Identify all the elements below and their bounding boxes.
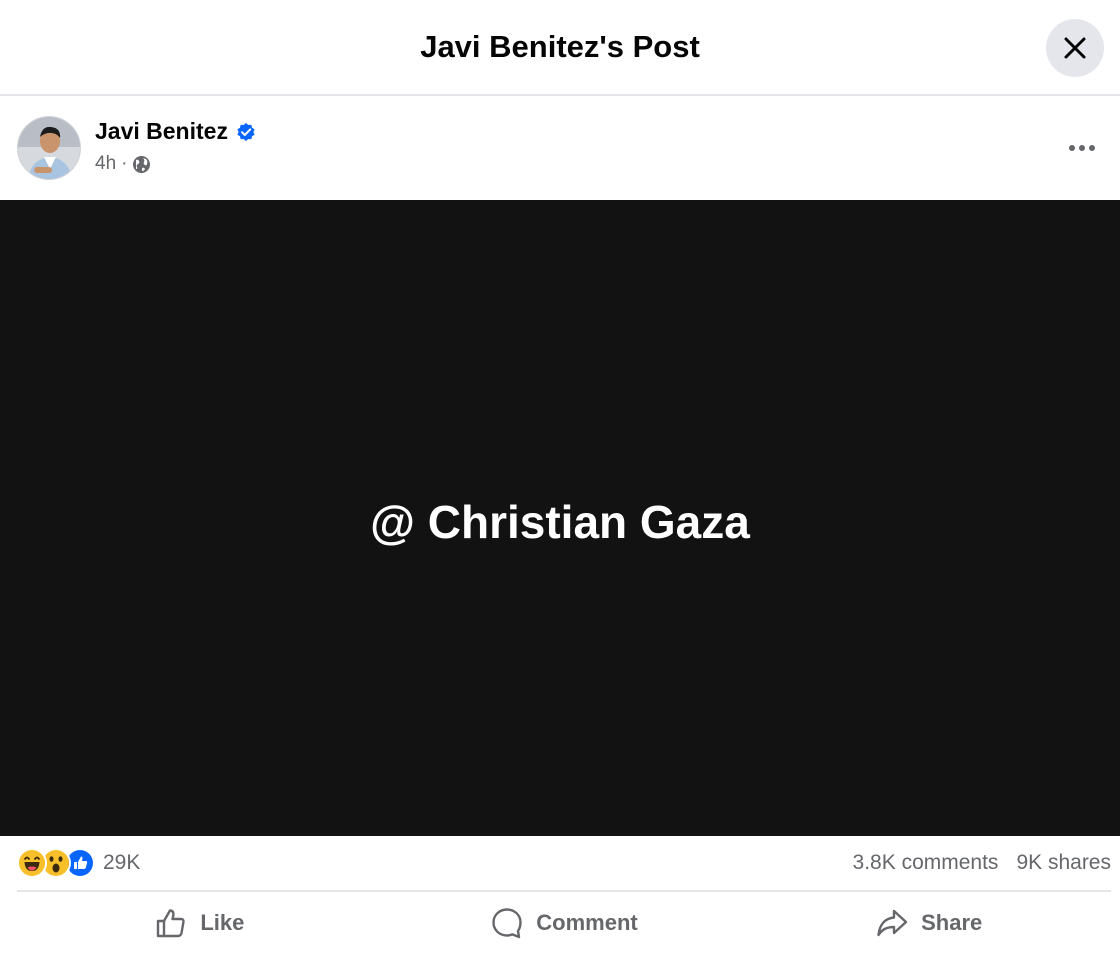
close-icon [1064, 37, 1086, 59]
author-row: Javi Benitez [95, 118, 256, 145]
post-meta: 4h · [95, 153, 151, 175]
share-label: Share [921, 910, 983, 935]
meta-separator: · [121, 153, 128, 174]
comment-button[interactable]: Comment [382, 892, 747, 954]
globe-icon[interactable] [132, 155, 151, 174]
post-text[interactable]: @ Christian Gaza [370, 495, 750, 549]
shares-count[interactable]: 9K shares [1016, 851, 1111, 875]
comment-label: Comment [536, 910, 638, 935]
more-options-button[interactable] [1064, 130, 1100, 166]
post-header: Javi Benitez 4h · [0, 96, 1120, 200]
author-name[interactable]: Javi Benitez [95, 118, 228, 145]
comments-count[interactable]: 3.8K comments [853, 851, 999, 875]
comment-icon [492, 908, 522, 939]
haha-reaction-icon [17, 848, 47, 878]
share-button[interactable]: Share [746, 892, 1111, 954]
avatar-image [18, 117, 80, 179]
post-time[interactable]: 4h [95, 153, 116, 175]
thumbs-up-icon [157, 909, 186, 938]
share-icon [877, 909, 908, 937]
reaction-count[interactable]: 29K [103, 851, 140, 875]
reactions-summary[interactable]: 29K [17, 848, 140, 878]
close-button[interactable] [1046, 19, 1104, 77]
like-label: Like [200, 910, 245, 935]
modal-title: Javi Benitez's Post [420, 29, 700, 64]
modal-header: Javi Benitez's Post [0, 0, 1120, 96]
verified-badge-icon [237, 122, 255, 141]
avatar[interactable] [17, 116, 81, 180]
like-button[interactable]: Like [17, 892, 382, 954]
more-options-icon [1069, 145, 1095, 151]
post-stats: 29K 3.8K comments 9K shares [17, 836, 1111, 892]
post-actions: Like Comment Share [17, 892, 1111, 954]
post-content[interactable]: @ Christian Gaza [0, 200, 1120, 836]
engagement-counts: 3.8K comments 9K shares [853, 851, 1111, 875]
